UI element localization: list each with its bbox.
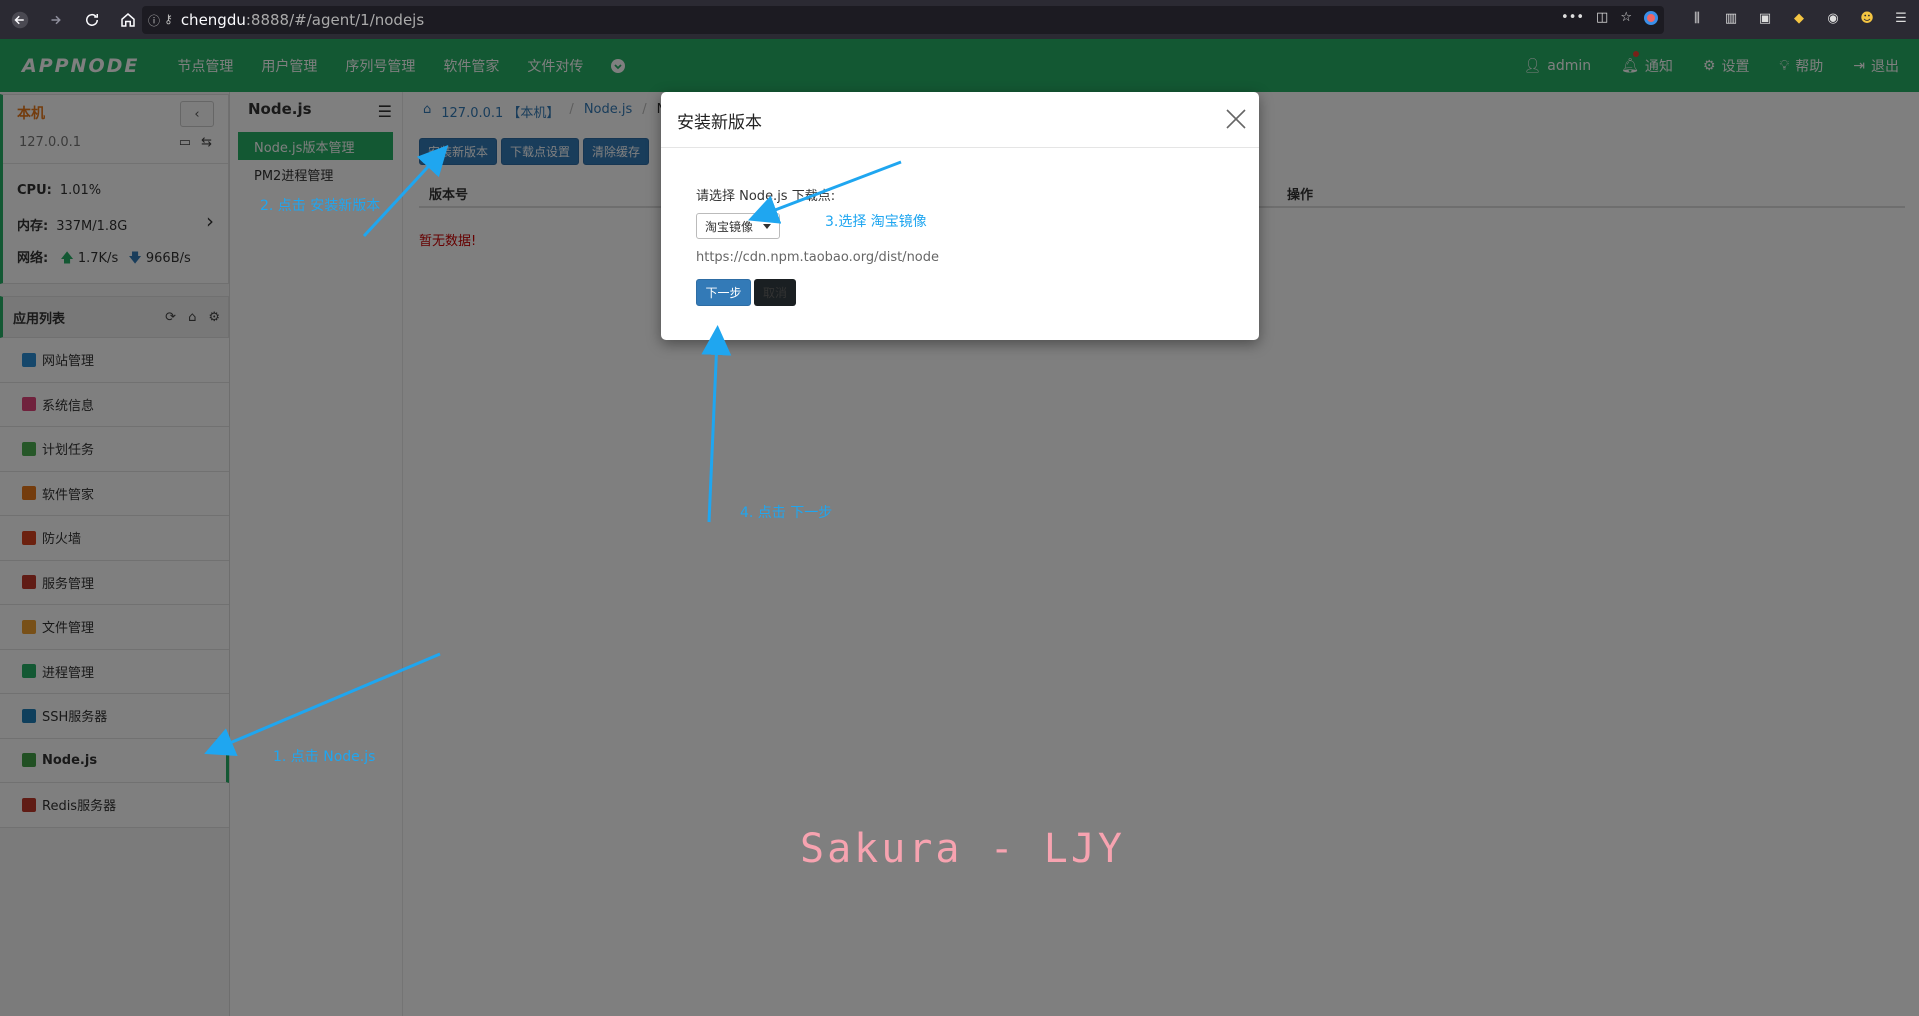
extension-icon[interactable] [1644,10,1658,25]
download-source-label: 请选择 Node.js 下载点: [696,189,836,204]
bookmark-star-icon[interactable]: ☆ [1620,10,1632,25]
selected-option: 淘宝镜像 [705,219,754,234]
back-button[interactable] [4,4,36,36]
annotation-step-1: 1. 点击 Node.js [273,749,376,765]
back-arrow-icon [11,11,29,28]
home-button[interactable] [112,4,144,36]
annotation-step-2: 2. 点击 安装新版本 [260,198,381,214]
forward-button[interactable] [40,4,72,36]
modal-header: 安装新版本 [661,92,1259,148]
forward-arrow-icon [51,15,61,24]
annotation-step-3: 3.选择 淘宝镜像 [825,214,927,230]
close-icon[interactable] [1225,108,1247,130]
reload-button[interactable] [76,4,108,36]
home-icon [121,12,135,27]
extension-color-icon[interactable]: ◆ [1789,8,1809,28]
modal-title: 安装新版本 [677,113,762,133]
browser-toolbar: ⓘ ⚷ chengdu:8888/#/agent/1/nodejs ••• ◫ … [0,0,1919,39]
info-icon[interactable]: ⓘ [148,12,160,29]
pocket-icon[interactable]: ◫ [1596,10,1608,25]
chevron-down-icon [763,224,771,229]
emoji-extension-icon[interactable]: ☻ [1857,8,1877,28]
library-icon[interactable]: ⫼ [1687,8,1707,28]
url-bar[interactable]: ⓘ ⚷ chengdu:8888/#/agent/1/nodejs ••• ◫ … [142,6,1664,34]
url-path: :8888/#/agent/1/nodejs [245,11,425,29]
url-text[interactable]: chengdu:8888/#/agent/1/nodejs [181,11,424,29]
url-host: chengdu [180,11,246,29]
annotation-step-4: 4. 点击 下一步 [740,505,833,521]
download-source-select[interactable]: 淘宝镜像 [696,213,780,239]
circle-extension-icon[interactable]: ◉ [1823,8,1843,28]
key-icon[interactable]: ⚷ [164,12,173,29]
cancel-button[interactable]: 取消 [754,279,796,306]
menu-icon[interactable]: ☰ [1891,8,1911,28]
screenshot-icon[interactable]: ▣ [1755,8,1775,28]
install-version-modal: 安装新版本 请选择 Node.js 下载点: 淘宝镜像 https://cdn.… [661,92,1259,340]
mirror-url: https://cdn.npm.taobao.org/dist/node [696,250,940,265]
more-actions-icon[interactable]: ••• [1561,10,1584,25]
watermark: Sakura - LJY [800,826,1125,872]
next-step-button[interactable]: 下一步 [696,279,751,306]
reload-icon [86,13,98,26]
sidebar-icon[interactable]: ▥ [1721,8,1741,28]
